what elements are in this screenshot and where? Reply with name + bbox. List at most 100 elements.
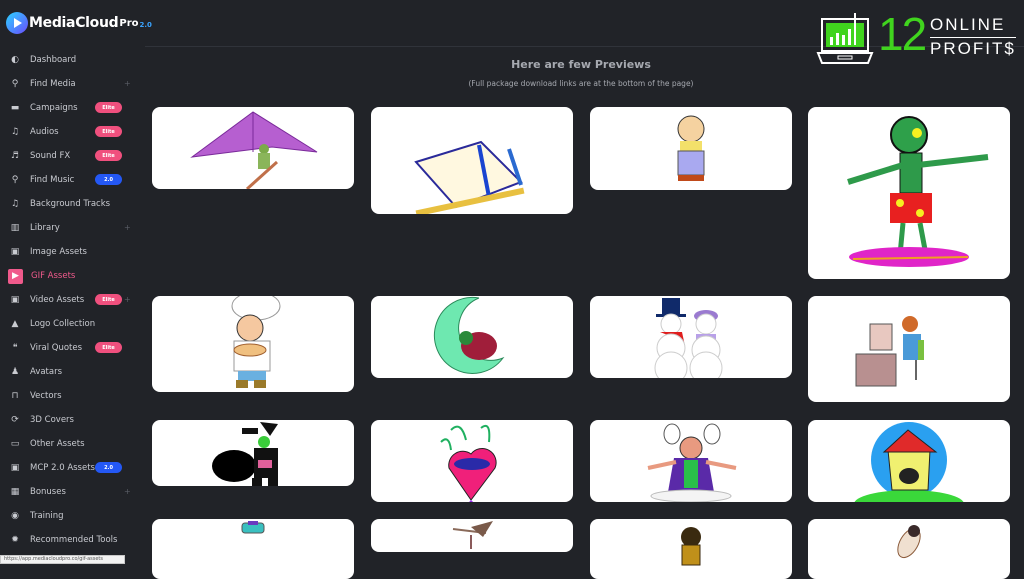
preview-card[interactable]: [152, 296, 354, 392]
gif-monkey: [681, 527, 701, 566]
sidebar-item-logo-collection[interactable]: ▲ Logo Collection: [0, 312, 140, 336]
sidebar-item-label: GIF Assets: [31, 271, 76, 281]
library-icon: ▥: [10, 223, 20, 233]
image-icon: ▣: [10, 247, 20, 257]
sidebar-item-label: Find Music: [30, 175, 75, 185]
sidebar-item-other-assets[interactable]: ▭ Other Assets: [0, 432, 140, 456]
gif-chef-with-pie: [231, 296, 281, 388]
sidebar-item-find-music[interactable]: ⚲ Find Music 2.0: [0, 168, 140, 192]
version-badge: 2.0: [95, 174, 122, 185]
sidebar-item-background-tracks[interactable]: ♫ Background Tracks: [0, 192, 140, 216]
preview-card[interactable]: [808, 519, 1010, 579]
sidebar-item-gif-assets[interactable]: ▶ GIF Assets: [0, 264, 140, 288]
expand-plus-icon[interactable]: +: [124, 223, 131, 232]
3d-cover-icon: ⟳: [11, 415, 19, 425]
preview-card[interactable]: [808, 107, 1010, 279]
gif-horned-wizard: [647, 423, 737, 502]
gif-baby-on-moon: [433, 296, 505, 374]
sidebar-item-library[interactable]: ▥ Library +: [0, 216, 140, 240]
preview-card[interactable]: [152, 107, 354, 189]
music-icon: ♫: [10, 199, 20, 209]
sidebar-item-find-media[interactable]: ⚲ Find Media +: [0, 72, 140, 96]
sidebar-item-label: Image Assets: [30, 247, 87, 257]
sidebar-item-label: MCP 2.0 Assets: [30, 463, 95, 473]
gif-witch-with-cauldron: [212, 422, 278, 486]
brand-logo: 12 ONLINE PROFIT$: [816, 7, 1016, 64]
preview-card[interactable]: [808, 420, 1010, 502]
briefcase-icon: ▬: [10, 103, 20, 113]
sidebar-item-campaigns[interactable]: ▬ Campaigns Elite: [0, 96, 140, 120]
status-bar-url: https://app.mediacloudpro.co/gif-assets: [0, 555, 125, 564]
sidebar-item-video-assets[interactable]: ▣ Video Assets Elite +: [0, 288, 140, 312]
training-icon: ◉: [11, 511, 19, 521]
logo-play-icon: [6, 12, 28, 34]
sidebar-item-label: Bonuses: [30, 487, 66, 497]
app-logo[interactable]: MediaCloud Pro 2.0: [6, 9, 152, 37]
gif-snowman-couple: [654, 298, 723, 378]
preview-card[interactable]: [590, 107, 792, 190]
quote-icon: ❝: [12, 343, 18, 353]
preview-card[interactable]: [371, 296, 573, 378]
sidebar-item-label: Sound FX: [30, 151, 71, 161]
sidebar-item-label: Vectors: [30, 391, 62, 401]
sidebar-item-label: Audios: [30, 127, 59, 137]
expand-plus-icon[interactable]: +: [124, 487, 131, 496]
sidebar-item-label: Other Assets: [30, 439, 85, 449]
version-badge: 2.0: [95, 462, 122, 473]
gif-hummingbird: [452, 521, 493, 549]
elite-badge: Elite: [95, 102, 122, 113]
sidebar-item-bonuses[interactable]: ▦ Bonuses +: [0, 480, 140, 504]
sidebar-item-vectors[interactable]: ⊓ Vectors: [0, 384, 140, 408]
sidebar-item-mcp-2-0-assets[interactable]: ▣ MCP 2.0 Assets 2.0: [0, 456, 140, 480]
preview-card[interactable]: [590, 420, 792, 502]
brand-underline: [930, 37, 1016, 38]
gif-woman-typing-at-computer: [855, 316, 924, 387]
sidebar-item-avatars[interactable]: ♟ Avatars: [0, 360, 140, 384]
fire-icon: ▲: [11, 319, 19, 329]
gif-happy-house: [854, 422, 964, 502]
logo-text: MediaCloud: [29, 15, 119, 31]
preview-card[interactable]: [371, 519, 573, 552]
gif-icon: ▶: [8, 268, 23, 284]
gif-astronaut: [897, 525, 921, 559]
elite-badge: Elite: [95, 150, 122, 161]
sidebar-item-label: 3D Covers: [30, 415, 74, 425]
sidebar-item-sound-fx[interactable]: ♬ Sound FX Elite: [0, 144, 140, 168]
preview-card[interactable]: [590, 519, 792, 579]
sidebar-item-viral-quotes[interactable]: ❝ Viral Quotes Elite: [0, 336, 140, 360]
sidebar-item-label: Dashboard: [30, 55, 77, 65]
sidebar-item-3d-covers[interactable]: ⟳ 3D Covers: [0, 408, 140, 432]
brand-number: 12: [878, 8, 927, 60]
sidebar-item-image-assets[interactable]: ▣ Image Assets: [0, 240, 140, 264]
preview-card[interactable]: [590, 296, 792, 378]
dashboard-icon: ◐: [11, 55, 19, 65]
sidebar: MediaCloud Pro 2.0 ◐ Dashboard ⚲ Find Media…: [0, 0, 152, 562]
expand-plus-icon[interactable]: +: [124, 79, 131, 88]
sidebar-item-label: Viral Quotes: [30, 343, 83, 353]
gif-car: [241, 521, 265, 534]
gif-hang-glider: [190, 111, 318, 189]
expand-plus-icon[interactable]: +: [124, 295, 131, 304]
sidebar-item-audios[interactable]: ♫ Audios Elite: [0, 120, 140, 144]
sidebar-item-label: Recommended Tools: [30, 535, 118, 545]
preview-card[interactable]: [152, 420, 354, 486]
preview-card[interactable]: [371, 107, 573, 214]
image-icon: ▣: [10, 463, 20, 473]
video-icon: ▣: [10, 295, 20, 305]
sidebar-item-training[interactable]: ◉ Training: [0, 504, 140, 528]
preview-card[interactable]: [152, 519, 354, 579]
preview-card[interactable]: [808, 296, 1010, 402]
logo-pro: Pro: [119, 17, 139, 29]
page-title: Here are few Previews: [511, 58, 651, 71]
sound-fx-icon: ♬: [10, 151, 20, 161]
elite-badge: Elite: [95, 342, 122, 353]
logo-version: 2.0: [139, 21, 152, 29]
sidebar-item-label: Logo Collection: [30, 319, 96, 329]
sidebar-item-dashboard[interactable]: ◐ Dashboard: [0, 48, 140, 72]
search-icon: ⚲: [11, 175, 19, 185]
sidebar-item-recommended-tools[interactable]: ✹ Recommended Tools: [0, 528, 140, 552]
preview-card[interactable]: [371, 420, 573, 502]
sidebar-item-label: Background Tracks: [30, 199, 111, 209]
gif-sad-boy-in-overalls: [677, 115, 705, 181]
page-subtitle: (Full package download links are at the …: [468, 79, 694, 88]
